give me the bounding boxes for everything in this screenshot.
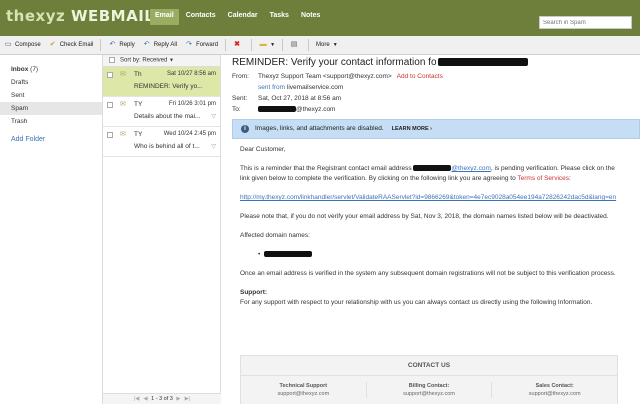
nav-tasks[interactable]: Tasks: [265, 9, 294, 25]
to-row: To: @thexyz.com: [232, 106, 336, 113]
paragraph-4: Once an email address is verified in the…: [240, 270, 616, 277]
message-list: Sort by: Received ▼ ✉ Th Sat 10/27 8:56 …: [103, 55, 221, 404]
chevron-down-icon: ▼: [332, 42, 338, 48]
delete-icon: ✖: [234, 41, 241, 48]
contact-title: CONTACT US: [241, 356, 617, 376]
nav-email[interactable]: Email: [150, 9, 179, 25]
from-row: From: Thexyz Support Team <support@thexyz…: [232, 73, 443, 80]
contact-technical: Technical Support support@thexyz.com: [277, 383, 330, 397]
sidebar-item-spam[interactable]: Spam: [0, 102, 102, 115]
sidebar-item-drafts[interactable]: Drafts: [0, 76, 102, 89]
chevron-down-icon: ▼: [270, 42, 276, 48]
reading-pane: REMINDER: Verify your contact informatio…: [222, 55, 640, 404]
sidebar-item-inbox[interactable]: Inbox (7): [0, 63, 102, 76]
sidebar-item-sent[interactable]: Sent: [0, 89, 102, 102]
list-item[interactable]: ✉ TY Fri 10/26 3:01 pm Details about the…: [103, 97, 220, 127]
contact-us-box: CONTACT US Technical Support support@thex…: [240, 355, 618, 404]
forward-icon: ↷: [186, 41, 192, 48]
pagination: |◀ ◀ 1 - 3 of 3 ▶ ▶|: [103, 393, 221, 404]
move-folder-button[interactable]: ▬ ▼: [255, 38, 279, 53]
check-email-button[interactable]: ✔ Check Email: [45, 38, 98, 53]
paragraph-3: Affected domain names:: [240, 232, 310, 239]
print-icon: ▤: [290, 41, 298, 48]
top-bar: thexyz WEBMAIL Email Contacts Calendar T…: [0, 0, 640, 36]
nav-contacts[interactable]: Contacts: [181, 9, 221, 25]
compose-icon: ▭: [4, 41, 12, 48]
info-icon: i: [241, 125, 249, 133]
add-to-contacts-link[interactable]: Add to Contacts: [397, 73, 443, 80]
compose-button[interactable]: ▭ Compose: [0, 38, 45, 53]
reply-all-icon: ↶: [143, 41, 150, 48]
first-page-icon[interactable]: |◀: [134, 396, 140, 402]
sidebar-item-trash[interactable]: Trash: [0, 115, 102, 128]
redaction: [437, 58, 528, 67]
list-item[interactable]: ✉ TY Wed 10/24 2:45 pm Who is behind all…: [103, 127, 220, 157]
reply-icon: ↶: [109, 41, 116, 48]
nav-notes[interactable]: Notes: [296, 9, 325, 25]
toolbar-divider: [100, 39, 102, 51]
email-link[interactable]: @thexyz.com: [451, 165, 490, 172]
contact-billing: Billing Contact: support@thexyz.com: [365, 382, 493, 398]
redaction: [258, 106, 296, 113]
delete-button[interactable]: ✖: [229, 38, 248, 53]
folder-sidebar: Inbox (7) Drafts Sent Spam Trash Add Fol…: [0, 55, 103, 404]
toolbar-divider: [308, 39, 310, 51]
toolbar-divider: [282, 39, 284, 51]
sent-from-row: sent from livemailservice.com: [258, 84, 344, 91]
check-icon: ✔: [49, 41, 56, 48]
redaction: [263, 251, 312, 258]
nav-calendar[interactable]: Calendar: [223, 9, 263, 25]
message-subject: REMINDER: Verify your contact informatio…: [232, 57, 528, 68]
main-nav: Email Contacts Calendar Tasks Notes: [150, 9, 327, 25]
toolbar-divider: [225, 39, 227, 51]
prev-page-icon[interactable]: ◀: [143, 396, 147, 402]
list-item[interactable]: ✉ Th Sat 10/27 8:56 am REMINDER: Verify …: [103, 67, 220, 97]
add-folder-link[interactable]: Add Folder: [0, 136, 102, 143]
envelope-icon: ✉: [120, 131, 126, 138]
more-button[interactable]: More ▼: [312, 38, 342, 53]
contact-sales: Sales Contact: support@thexyz.com: [528, 383, 581, 397]
select-all-checkbox[interactable]: [109, 57, 115, 63]
folder-icon: ▬: [259, 41, 267, 48]
support-section: Support: For any support with respect to …: [240, 289, 593, 306]
terms-link[interactable]: Terms of Services: [517, 175, 569, 182]
message-checkbox[interactable]: [107, 102, 113, 108]
paragraph-1: This is a reminder that the Registrant c…: [240, 165, 615, 182]
verify-link[interactable]: http://my.thexyz.com/linkhandler/servlet…: [240, 194, 616, 201]
toolbar-divider: [251, 39, 253, 51]
security-banner: i Images, links, and attachments are disa…: [232, 119, 640, 139]
print-button[interactable]: ▤: [286, 38, 305, 53]
verify-link-paragraph: http://my.thexyz.com/linkhandler/servlet…: [240, 193, 618, 203]
forward-button[interactable]: ↷ Forward: [181, 38, 222, 53]
search-input[interactable]: [539, 16, 632, 29]
redaction: [413, 165, 452, 172]
envelope-icon: ✉: [120, 101, 126, 108]
sort-dropdown[interactable]: Sort by: Received ▼: [103, 55, 220, 67]
toolbar: ▭ Compose ✔ Check Email ↶ Reply ↶ Reply All …: [0, 36, 640, 55]
message-checkbox[interactable]: [107, 72, 113, 78]
learn-more-link[interactable]: LEARN MORE ›: [392, 126, 432, 132]
sent-row: Sent: Sat, Oct 27, 2018 at 8:56 am: [232, 95, 342, 102]
paragraph-2: Please note that, if you do not verify y…: [240, 213, 609, 220]
next-page-icon[interactable]: ▶: [176, 396, 180, 402]
envelope-icon: ✉: [120, 71, 126, 78]
message-checkbox[interactable]: [107, 132, 113, 138]
flag-icon[interactable]: ▽: [211, 113, 216, 120]
reply-all-button[interactable]: ↶ Reply All: [139, 38, 181, 53]
chevron-down-icon: ▼: [169, 57, 174, 64]
last-page-icon[interactable]: ▶|: [185, 396, 191, 402]
logo: thexyz WEBMAIL: [6, 7, 155, 25]
greeting: Dear Customer,: [240, 146, 286, 153]
reply-button[interactable]: ↶ Reply: [104, 38, 138, 53]
domain-list: •: [240, 250, 618, 260]
flag-icon[interactable]: ▽: [211, 143, 216, 150]
message-body: Dear Customer, This is a reminder that t…: [240, 145, 618, 308]
